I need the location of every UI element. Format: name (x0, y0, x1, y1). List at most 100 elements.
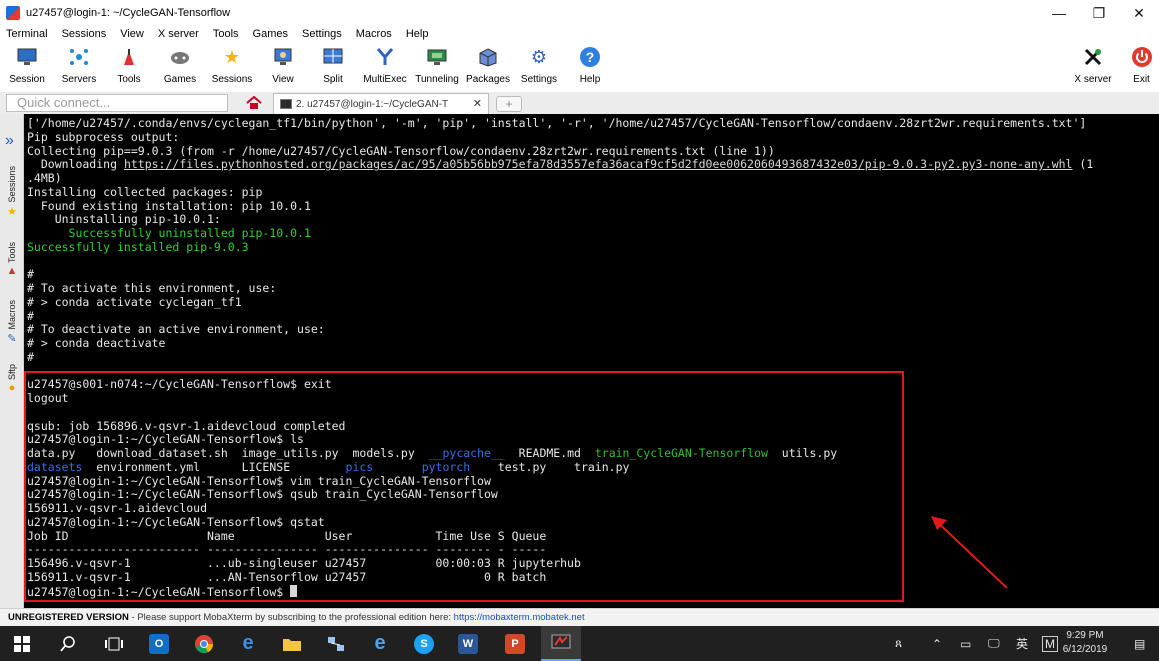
clock-date: 6/12/2019 (1062, 644, 1108, 655)
packages-button[interactable]: Packages (462, 42, 514, 92)
notification-center-icon[interactable]: ▤ (1134, 626, 1145, 661)
servers-button[interactable]: Servers (54, 42, 104, 92)
chrome-icon (195, 634, 214, 653)
internet-explorer-icon: e (374, 632, 386, 654)
sessions-button[interactable]: ★ Sessions (206, 42, 258, 92)
menu-games[interactable]: Games (253, 28, 288, 40)
tab-terminal-session[interactable]: 2. u27457@login-1:~/CycleGAN-T ✕ (273, 93, 489, 114)
window-title: u27457@login-1: ~/CycleGAN-Tensorflow (26, 7, 231, 19)
terminal-line: Pip subprocess output: (27, 129, 180, 144)
word-icon: W (458, 633, 478, 654)
restore-button[interactable]: ❐ (1079, 0, 1119, 26)
quick-connect-input[interactable]: Quick connect... (6, 94, 228, 112)
help-button[interactable]: ? Help (564, 42, 616, 92)
start-button[interactable] (4, 626, 40, 661)
multiexec-button[interactable]: MultiExec (358, 42, 412, 92)
exit-button[interactable]: Exit (1124, 42, 1159, 92)
sidebar-tab-macros[interactable]: Macros ✎ (2, 300, 22, 345)
session-button[interactable]: Session (0, 42, 54, 92)
edge-app[interactable]: e (230, 626, 266, 661)
network-app[interactable] (318, 626, 354, 661)
edge-icon: e (242, 632, 254, 654)
word-app[interactable]: W (450, 626, 486, 661)
star-icon: ★ (223, 46, 241, 67)
mobaxterm-icon (551, 634, 571, 648)
terminal-line: # To deactivate an active environment, u… (27, 322, 325, 337)
menu-view[interactable]: View (120, 28, 144, 40)
unregistered-label: UNREGISTERED VERSION (8, 612, 129, 623)
menu-help[interactable]: Help (406, 28, 429, 40)
view-icon (271, 46, 295, 68)
menu-tools[interactable]: Tools (213, 28, 239, 40)
outlook-app[interactable]: O (141, 626, 177, 661)
people-icon[interactable]: ጸ (895, 626, 902, 661)
terminal-line: Downloading https://files.pythonhosted.o… (27, 157, 1094, 172)
mobaxterm-logo-icon (6, 6, 20, 20)
show-hidden-icons-chevron-icon[interactable]: ⌃ (932, 626, 942, 661)
tools-button[interactable]: Tools (104, 42, 154, 92)
games-icon (168, 46, 192, 68)
windows-taskbar: O e e S W P ጸ ⌃ ▭ 🖵 英 M 9:29 PM 6/12/201… (0, 626, 1159, 661)
windows-logo-icon (14, 635, 30, 652)
terminal-line: # > conda deactivate (27, 336, 166, 350)
home-tab[interactable] (238, 94, 270, 114)
terminal-line: Found existing installation: pip 10.0.1 (27, 198, 311, 213)
tab-label: 2. u27457@login-1:~/CycleGAN-T (296, 98, 449, 110)
double-chevron-icon[interactable]: » (5, 132, 14, 150)
menu-macros[interactable]: Macros (356, 28, 392, 40)
games-button[interactable]: Games (154, 42, 206, 92)
new-tab-button[interactable]: + (496, 96, 522, 112)
window-controls: — ❐ ✕ (1039, 0, 1159, 26)
sidebar-tab-sessions[interactable]: Sessions ★ (2, 166, 22, 218)
terminal-line: ['/home/u27457/.conda/envs/cyclegan_tf1/… (27, 116, 1087, 130)
skype-app[interactable]: S (406, 626, 442, 661)
terminal-line: Successfully uninstalled pip-10.0.1 (27, 226, 311, 240)
menu-bar: Terminal Sessions View X server Tools Ga… (0, 26, 1159, 42)
terminal-line: # (27, 267, 34, 282)
system-clock[interactable]: 9:29 PM 6/12/2019 (1055, 629, 1115, 657)
ie-app[interactable]: e (362, 626, 398, 661)
close-tab-icon[interactable]: ✕ (473, 97, 482, 110)
close-button[interactable]: ✕ (1119, 0, 1159, 26)
sidebar-tab-sftp[interactable]: Sftp ● (2, 364, 22, 394)
network-tray-icon[interactable]: 🖵 (988, 626, 1000, 661)
download-url-link[interactable]: https://files.pythonhosted.org/packages/… (124, 157, 1073, 171)
status-bar: UNREGISTERED VERSION - Please support Mo… (0, 608, 1159, 626)
powerpoint-app[interactable]: P (497, 626, 533, 661)
chrome-app[interactable] (186, 626, 222, 661)
multiexec-icon (373, 46, 397, 68)
file-explorer-app[interactable] (274, 626, 310, 661)
mobaxterm-link[interactable]: https://mobaxterm.mobatek.net (454, 612, 585, 623)
sidebar-tab-tools[interactable]: Tools ▲ (2, 242, 22, 277)
xserver-button[interactable]: X server (1068, 42, 1118, 92)
toolbar: Session Servers Tools Games ★ Sessions V… (0, 42, 1159, 92)
minimize-button[interactable]: — (1039, 0, 1079, 26)
battery-icon[interactable]: ▭ (960, 626, 971, 661)
terminal-line: Installing collected packages: pip (27, 184, 263, 199)
outlook-icon: O (149, 633, 169, 654)
ime-indicator[interactable]: 英 (1016, 626, 1028, 661)
network-icon (328, 636, 344, 651)
search-button[interactable] (50, 626, 86, 661)
packages-icon (476, 46, 500, 68)
menu-sessions[interactable]: Sessions (62, 28, 107, 40)
help-icon: ? (578, 46, 602, 68)
task-view-button[interactable] (96, 626, 132, 661)
tab-bar: Quick connect... 2. u27457@login-1:~/Cyc… (0, 92, 1159, 114)
settings-button[interactable]: ⚙ Settings (514, 42, 564, 92)
terminal-line: # To activate this environment, use: (27, 281, 277, 295)
tunneling-icon (425, 46, 449, 68)
view-button[interactable]: View (258, 42, 308, 92)
menu-xserver[interactable]: X server (158, 28, 199, 40)
svg-text:?: ? (586, 49, 595, 65)
split-icon (321, 46, 345, 68)
menu-terminal[interactable]: Terminal (6, 28, 48, 40)
menu-settings[interactable]: Settings (302, 28, 342, 40)
task-view-icon (105, 637, 123, 650)
terminal-line: .4MB) (27, 171, 62, 185)
power-icon (1130, 46, 1154, 68)
mobaxterm-app[interactable] (541, 626, 581, 661)
tunneling-button[interactable]: Tunneling (412, 42, 462, 92)
skype-icon: S (414, 633, 434, 654)
split-button[interactable]: Split (308, 42, 358, 92)
